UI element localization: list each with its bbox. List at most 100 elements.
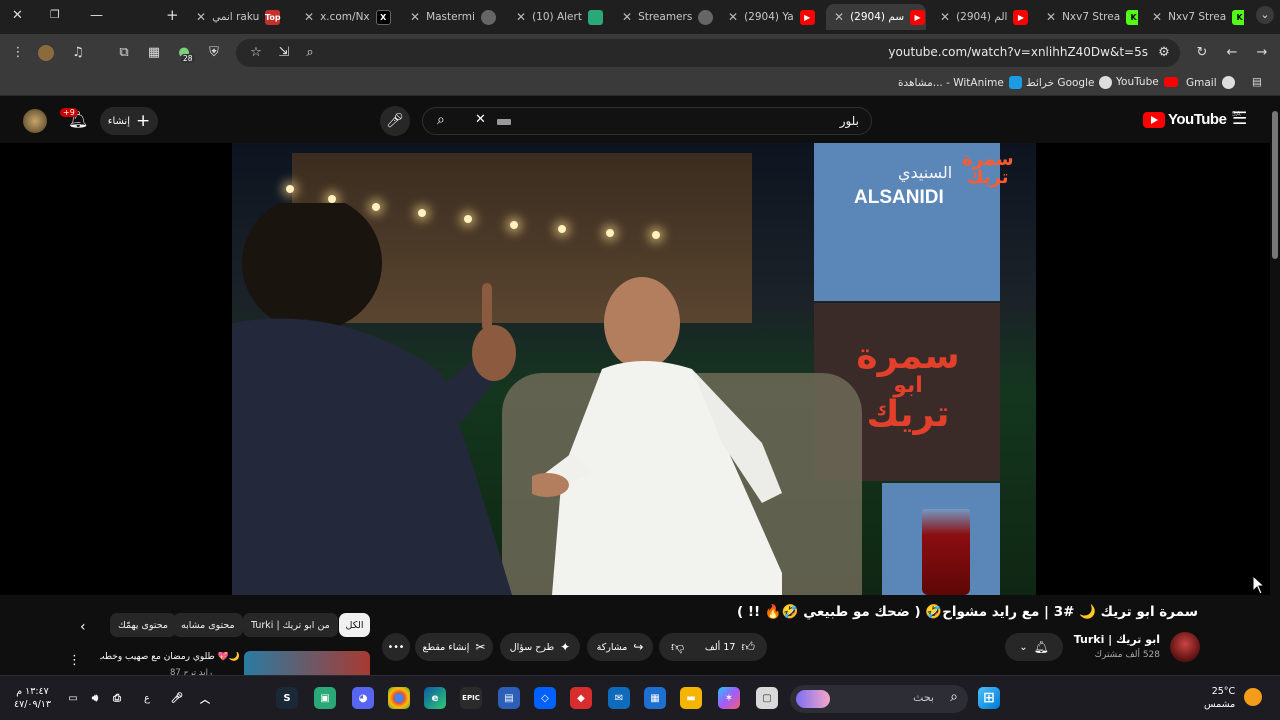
share-button[interactable]: ↪ مشاركة [587, 633, 653, 661]
search-icon[interactable]: ⌕ [437, 112, 445, 128]
subscribe-bell-button[interactable]: 🔔︎ ⌄ [1005, 633, 1063, 661]
video-frame[interactable]: السنيدي ALSANIDI سمرة تريك سمرة ابو تريك [232, 143, 1036, 595]
bookmark-star-icon[interactable]: ☆ [246, 43, 266, 63]
bookmark-witanime[interactable]: مشاهدة... - WitAnime [898, 76, 1022, 89]
tab-close-icon[interactable]: ✕ [728, 10, 738, 24]
channel-name[interactable]: ابو تريك | Turki [1074, 633, 1160, 646]
channel-avatar[interactable] [1170, 632, 1200, 662]
keyboard-icon[interactable] [497, 119, 511, 125]
browser-tab[interactable]: ✕ Streamers [614, 4, 714, 30]
video-player[interactable]: السنيدي ALSANIDI سمرة تريك سمرة ابو تريك [0, 143, 1270, 595]
dropbox-icon[interactable]: ◇ [534, 687, 556, 709]
chevron-up-icon[interactable]: ︿ [194, 687, 216, 709]
tab-close-icon[interactable]: ✕ [304, 10, 314, 24]
all-bookmarks-icon[interactable]: ▤ [1252, 76, 1262, 88]
volume-icon[interactable]: 🔊︎ [84, 687, 106, 709]
discord-icon[interactable]: ◕ [352, 687, 374, 709]
tab-close-icon[interactable]: ✕ [516, 10, 526, 24]
app-icon[interactable]: ▤ [498, 687, 520, 709]
bookmark-youtube[interactable]: YouTube [1116, 76, 1178, 88]
restore-window-icon[interactable]: ❐ [50, 8, 60, 21]
extension-icon[interactable]: ▦ [144, 43, 164, 63]
chip-all[interactable]: الكل [339, 613, 370, 637]
tab-close-icon[interactable]: ✕ [622, 10, 632, 24]
file-explorer-icon[interactable]: ▬ [680, 687, 702, 709]
menu-dots-icon[interactable]: ⋮ [8, 43, 28, 63]
search-box[interactable]: ⌕ ✕ بلور [422, 107, 872, 135]
scrollbar-thumb[interactable] [1272, 111, 1278, 259]
page-scrollbar[interactable] [1270, 97, 1280, 675]
taskbar-clock[interactable]: ١٣:٤٧ م ٤٧/٠٩/١٣ [14, 685, 51, 711]
browser-tab[interactable]: ✕ (2904) الم ▶ [932, 4, 1032, 30]
chrome-icon[interactable] [388, 687, 410, 709]
account-avatar[interactable] [23, 109, 47, 133]
tab-close-icon[interactable]: ✕ [410, 10, 420, 24]
windows-start-icon[interactable]: ⊞ [978, 687, 1000, 709]
create-button[interactable]: إنشاء + [100, 107, 158, 135]
clip-button[interactable]: ✂ إنشاء مقطع [415, 633, 493, 661]
forward-arrow-icon[interactable]: → [1252, 43, 1272, 63]
shield-icon[interactable]: ⛨ [204, 43, 224, 63]
tab-search-icon[interactable]: ⌄ [1256, 6, 1274, 24]
browser-tab[interactable]: ✕ Mastermi [402, 4, 502, 30]
ask-button[interactable]: ✦ طرح سؤال [500, 633, 580, 661]
search-input[interactable]: بلور [840, 114, 859, 128]
like-button[interactable]: 👍︎ 17 ألف [705, 640, 755, 655]
tab-close-icon[interactable]: ✕ [940, 10, 950, 24]
recommendation-thumbnail[interactable] [244, 651, 370, 675]
bookmark-google-maps[interactable]: خرائط Google [1026, 76, 1113, 89]
chip-recommended[interactable]: محتوى يهمّك [110, 613, 176, 637]
address-bar[interactable]: ☆ ⇲ ⌕ youtube.com/watch?v=xnlihhZ40Dw&t=… [236, 39, 1180, 67]
copilot-icon[interactable]: ✶ [718, 687, 740, 709]
app-icon[interactable]: ▣ [314, 687, 336, 709]
browser-tab[interactable]: ✕ (10) Alert [508, 4, 608, 30]
chip-related[interactable]: محتوى مشابه [173, 613, 243, 637]
browser-tab[interactable]: ✕ Nxv7 Strea K [1038, 4, 1138, 30]
tab-close-icon[interactable]: ✕ [196, 10, 206, 24]
edge-icon[interactable]: e [424, 687, 446, 709]
mail-icon[interactable]: ✉ [608, 687, 630, 709]
network-icon[interactable]: ⎙ [106, 687, 128, 709]
tab-close-icon[interactable]: ✕ [1046, 10, 1056, 24]
install-app-icon[interactable]: ⇲ [274, 43, 294, 63]
store-icon[interactable]: ▦ [644, 687, 666, 709]
app-icon[interactable]: ◆ [570, 687, 592, 709]
browser-tab[interactable]: ✕ (2904) Ya ▶ [720, 4, 820, 30]
extensions-icon[interactable]: ⧉ [114, 43, 134, 63]
browser-tab[interactable]: ✕ ﺍﻧﻤﻲ raku Top [188, 4, 292, 30]
url-text[interactable]: youtube.com/watch?v=xnlihhZ40Dw&t=5s [888, 45, 1148, 59]
bookmark-gmail[interactable]: Gmail [1186, 76, 1235, 89]
new-tab-icon[interactable]: + [166, 6, 179, 24]
steam-icon[interactable]: S [276, 687, 298, 709]
close-window-icon[interactable]: ✕ [12, 8, 23, 23]
hamburger-menu-icon[interactable]: ☰ [1232, 109, 1247, 129]
browser-tab[interactable]: ✕ x.com/Nx X [296, 4, 396, 30]
reload-icon[interactable]: ↻ [1192, 43, 1212, 63]
profile-avatar[interactable] [38, 45, 54, 61]
input-language[interactable]: ع [136, 687, 158, 709]
tab-close-icon[interactable]: ✕ [834, 10, 844, 24]
epic-games-icon[interactable]: EPIC [460, 687, 482, 709]
app-icon[interactable]: ▢ [756, 687, 778, 709]
taskbar-search[interactable]: بحث ⌕ [790, 685, 968, 713]
clear-search-icon[interactable]: ✕ [475, 112, 486, 127]
battery-icon[interactable]: ▭ [62, 687, 84, 709]
browser-tab[interactable]: ✕ Nxv7 Strea K [1144, 4, 1244, 30]
chip-from-channel[interactable]: من ابو تريك | Turki [243, 613, 338, 637]
media-control-icon[interactable]: ♫ [68, 43, 88, 63]
browser-tab-active[interactable]: ✕ (2904) سم ▶ [826, 4, 926, 30]
site-settings-icon[interactable]: ⚙ [1154, 43, 1174, 63]
back-arrow-icon[interactable]: ← [1222, 43, 1242, 63]
tab-close-icon[interactable]: ✕ [1152, 10, 1162, 24]
youtube-logo[interactable]: YouTube SA [1143, 110, 1241, 128]
weather-widget[interactable]: 25°C مشمس [1204, 685, 1235, 711]
microphone-icon[interactable]: 🎤︎ [166, 687, 188, 709]
more-actions-button[interactable]: ••• [382, 633, 410, 661]
minimize-window-icon[interactable]: — [90, 8, 103, 23]
voice-search-icon[interactable]: 🎤︎ [380, 106, 410, 136]
zoom-icon[interactable]: ⌕ [300, 43, 320, 63]
chevron-left-icon[interactable]: ‹ [80, 619, 86, 635]
recommendation-title[interactable]: 🌙💖 طلوي رمضان مع صهيب وخطب [100, 652, 240, 662]
thumbs-down-icon[interactable]: 👎︎ [671, 640, 684, 655]
more-vert-icon[interactable]: ⋮ [68, 653, 81, 668]
